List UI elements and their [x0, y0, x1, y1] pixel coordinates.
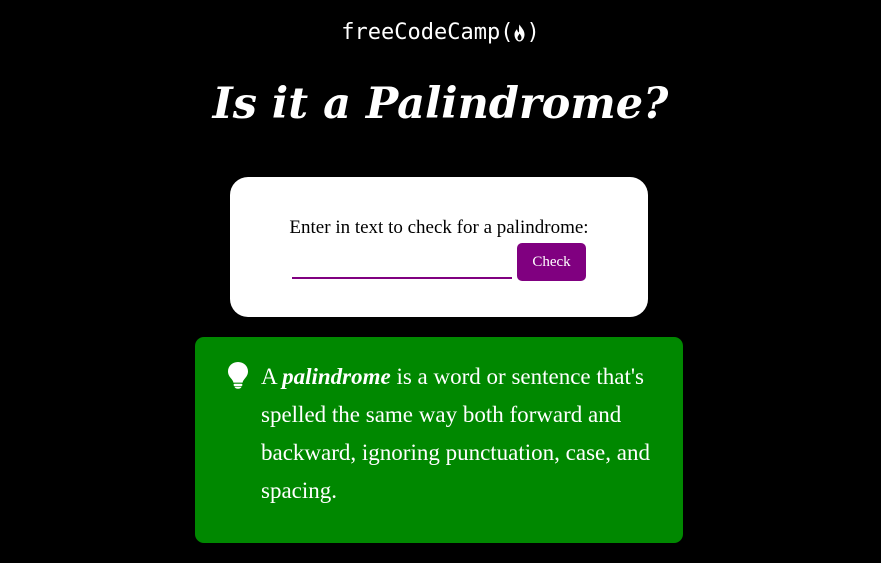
definition-text: A palindrome is a word or sentence that'… — [261, 358, 661, 510]
definition-term: palindrome — [282, 364, 391, 389]
logo-paren-close: ) — [526, 20, 540, 45]
page-title: Is it a Palindrome? — [212, 79, 669, 129]
freecodecamp-logo: freeCodeCamp() — [0, 18, 881, 48]
palindrome-definition-box: A palindrome is a word or sentence that'… — [195, 337, 683, 543]
check-button[interactable]: Check — [517, 243, 586, 281]
palindrome-checker-card: Enter in text to check for a palindrome:… — [230, 177, 648, 317]
text-input[interactable] — [292, 257, 512, 279]
definition-prefix: A — [261, 364, 283, 389]
input-label: Enter in text to check for a palindrome: — [289, 217, 589, 238]
lightbulb-icon — [228, 362, 248, 389]
logo-text: freeCodeCamp( — [341, 20, 514, 45]
flame-icon — [514, 24, 525, 42]
